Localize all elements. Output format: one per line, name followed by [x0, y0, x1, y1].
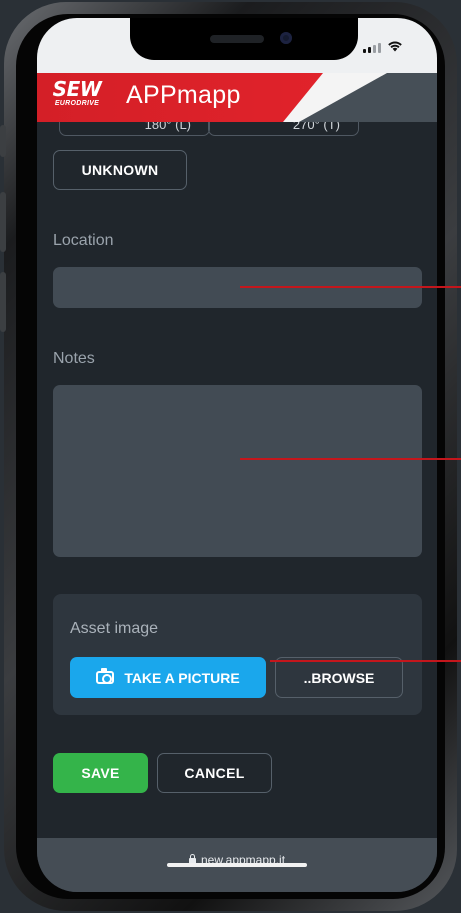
- picture-callout-line: [270, 660, 461, 662]
- status-icons: [363, 40, 403, 53]
- browse-button[interactable]: ..BROWSE: [275, 657, 403, 698]
- home-indicator[interactable]: [167, 863, 307, 867]
- take-picture-label: TAKE A PICTURE: [124, 669, 240, 686]
- signal-icon: [363, 43, 381, 53]
- cancel-button[interactable]: CANCEL: [157, 753, 272, 793]
- volume-down-button: [0, 272, 6, 332]
- save-button[interactable]: SAVE: [53, 753, 148, 793]
- logo-main: SEW: [52, 77, 102, 101]
- unknown-button[interactable]: UNKNOWN: [53, 150, 187, 190]
- silent-switch: [0, 125, 6, 157]
- form-content: 180° (L) 270° (T) UNKNOWN Location Notes…: [37, 122, 437, 838]
- notes-label: Notes: [53, 350, 95, 367]
- speaker-grille: [210, 35, 264, 43]
- notes-callout-line: [240, 458, 461, 460]
- angle-270-button[interactable]: 270° (T): [208, 122, 359, 136]
- wifi-icon: [387, 40, 403, 53]
- notch: [130, 18, 358, 60]
- sew-eurodrive-logo: SEW EURODRIVE: [48, 79, 106, 108]
- app-header: SEW EURODRIVE APPmapp: [37, 73, 437, 122]
- location-label: Location: [53, 232, 114, 249]
- notes-field[interactable]: [53, 385, 422, 557]
- app-title: APPmapp: [126, 81, 241, 109]
- front-camera: [280, 32, 292, 44]
- logo-sub: EURODRIVE: [54, 100, 100, 107]
- take-picture-button[interactable]: TAKE A PICTURE: [70, 657, 266, 698]
- asset-image-card: Asset image TAKE A PICTURE ..BROWSE: [53, 594, 422, 715]
- asset-image-label: Asset image: [70, 620, 159, 637]
- location-callout-line: [240, 286, 461, 288]
- status-bar: [37, 18, 437, 73]
- volume-up-button: [0, 192, 6, 252]
- angle-180-button[interactable]: 180° (L): [59, 122, 210, 136]
- phone-screen: SEW EURODRIVE APPmapp 180° (L) 270° (T) …: [37, 18, 437, 892]
- camera-icon: [96, 668, 115, 684]
